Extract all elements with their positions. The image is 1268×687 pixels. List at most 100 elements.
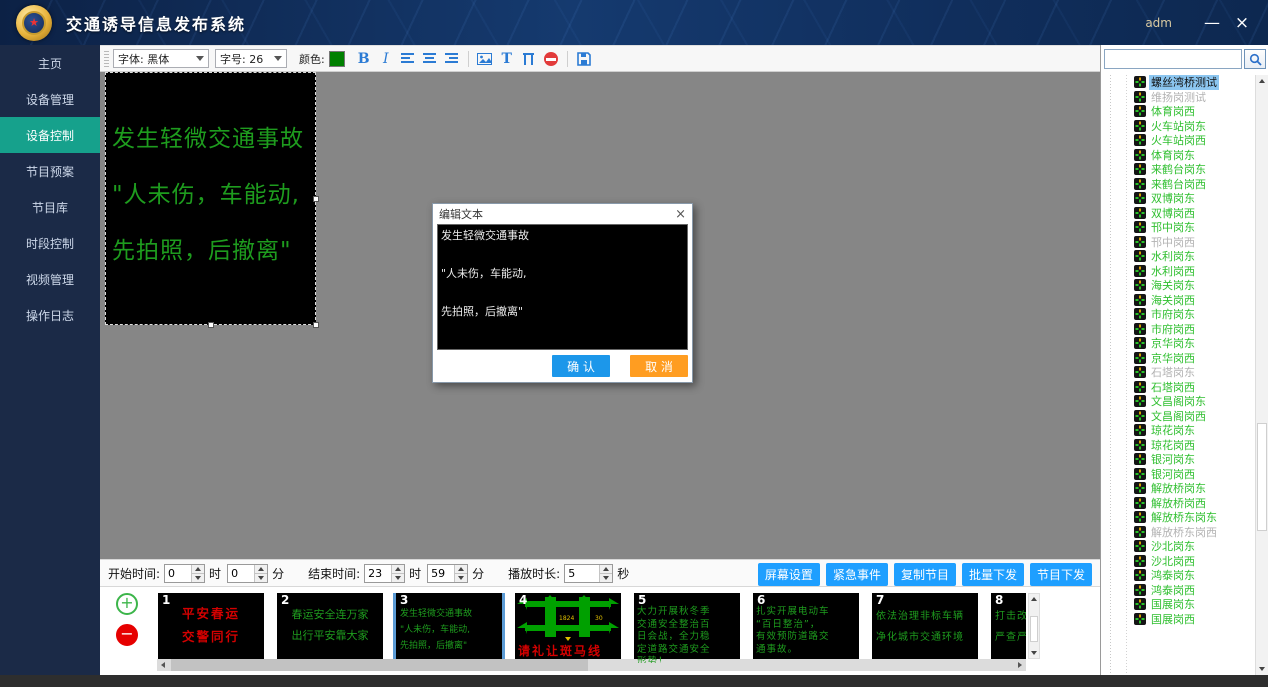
tree-row[interactable]: 解放桥岗西 — [1101, 496, 1255, 511]
scrollbar-thumb[interactable] — [171, 659, 588, 671]
action-button[interactable]: 节目下发 — [1030, 563, 1092, 586]
tree-row[interactable]: 琼花岗西 — [1101, 438, 1255, 453]
close-icon[interactable]: × — [1230, 13, 1254, 33]
stepper-arrows[interactable] — [599, 565, 612, 582]
action-button[interactable]: 复制节目 — [894, 563, 956, 586]
end-hour-stepper[interactable]: 23 — [364, 564, 405, 583]
tree-row[interactable]: 海关岗东 — [1101, 278, 1255, 293]
font-size-select[interactable]: 字号: 26 — [215, 49, 287, 68]
end-minute-stepper[interactable]: 59 — [427, 564, 468, 583]
tree-row[interactable]: 邗中岗东 — [1101, 220, 1255, 235]
program-thumbnail[interactable]: 7 — [872, 593, 978, 659]
scroll-down-icon[interactable] — [1256, 663, 1268, 675]
program-thumbnail[interactable]: 5 — [634, 593, 740, 659]
sidebar-item[interactable]: 时段控制 — [0, 225, 100, 261]
dialog-titlebar[interactable]: 编辑文本 × — [433, 204, 692, 224]
logged-in-user[interactable]: adm — [1145, 16, 1172, 30]
scroll-left-icon[interactable] — [157, 659, 169, 671]
start-minute-value[interactable]: 0 — [228, 565, 254, 582]
resize-handle-bottom[interactable] — [208, 322, 214, 328]
tree-row[interactable]: 来鹤台岗西 — [1101, 177, 1255, 192]
tree-row[interactable]: 鸿泰岗西 — [1101, 583, 1255, 598]
sidebar-item[interactable]: 主页 — [0, 45, 100, 81]
tree-row[interactable]: 双博岗西 — [1101, 206, 1255, 221]
scrollbar-thumb[interactable] — [1257, 423, 1267, 531]
tree-row[interactable]: 沙北岗西 — [1101, 554, 1255, 569]
start-minute-stepper[interactable]: 0 — [227, 564, 268, 583]
scroll-up-icon[interactable] — [1029, 594, 1039, 604]
remove-program-button[interactable] — [116, 624, 138, 646]
duration-value[interactable]: 5 — [565, 565, 599, 582]
tree-row[interactable]: 体育岗西 — [1101, 104, 1255, 119]
program-thumbnail[interactable]: 4 — [515, 593, 621, 659]
no-entry-button[interactable] — [541, 49, 561, 69]
sidebar-item[interactable]: 视频管理 — [0, 261, 100, 297]
tree-row[interactable]: 体育岗东 — [1101, 148, 1255, 163]
end-minute-value[interactable]: 59 — [428, 565, 454, 582]
tree-row[interactable]: 邗中岗西 — [1101, 235, 1255, 250]
stepper-arrows[interactable] — [191, 565, 204, 582]
tree-row[interactable]: 来鹤台岗东 — [1101, 162, 1255, 177]
bold-button[interactable]: B — [354, 49, 374, 69]
tree-row[interactable]: 京华岗西 — [1101, 351, 1255, 366]
strip-horizontal-scrollbar[interactable] — [157, 659, 1026, 671]
tree-row[interactable]: 解放桥东岗东 — [1101, 510, 1255, 525]
road-sign-button[interactable] — [519, 49, 539, 69]
sidebar-item[interactable]: 节目预案 — [0, 153, 100, 189]
stepper-arrows[interactable] — [254, 565, 267, 582]
sidebar-item[interactable]: 操作日志 — [0, 297, 100, 333]
confirm-button[interactable]: 确 认 — [552, 355, 610, 377]
led-text[interactable]: 发生轻微交通事故 "人未伤，车能动, 先拍照，后撤离" — [106, 73, 315, 265]
align-center-button[interactable] — [420, 49, 440, 69]
tree-row[interactable]: 水利岗东 — [1101, 249, 1255, 264]
tree-scrollbar[interactable] — [1255, 75, 1268, 675]
insert-image-button[interactable] — [475, 49, 495, 69]
device-search-button[interactable] — [1244, 49, 1266, 69]
scroll-right-icon[interactable] — [1014, 659, 1026, 671]
resize-handle-corner[interactable] — [313, 322, 319, 328]
dialog-close-icon[interactable]: × — [675, 207, 686, 222]
tree-row[interactable]: 水利岗西 — [1101, 264, 1255, 279]
stepper-arrows[interactable] — [391, 565, 404, 582]
tree-row[interactable]: 国展岗东 — [1101, 597, 1255, 612]
tree-row[interactable]: 沙北岗东 — [1101, 539, 1255, 554]
duration-stepper[interactable]: 5 — [564, 564, 613, 583]
add-program-button[interactable] — [116, 593, 138, 615]
start-hour-stepper[interactable]: 0 — [164, 564, 205, 583]
tree-row[interactable]: 螺丝湾桥测试 — [1101, 75, 1255, 90]
tree-row[interactable]: 石塔岗东 — [1101, 365, 1255, 380]
action-button[interactable]: 紧急事件 — [826, 563, 888, 586]
end-hour-value[interactable]: 23 — [365, 565, 391, 582]
tree-row[interactable]: 文昌阁岗西 — [1101, 409, 1255, 424]
tree-row[interactable]: 琼花岗东 — [1101, 423, 1255, 438]
program-thumbnail[interactable]: 3 — [396, 593, 502, 659]
action-button[interactable]: 屏幕设置 — [758, 563, 820, 586]
tree-row[interactable]: 京华岗东 — [1101, 336, 1255, 351]
sidebar-item[interactable]: 设备控制 — [0, 117, 100, 153]
tree-row[interactable]: 双博岗东 — [1101, 191, 1255, 206]
tree-row[interactable]: 石塔岗西 — [1101, 380, 1255, 395]
tree-row[interactable]: 维扬岗测试 — [1101, 90, 1255, 105]
strip-vertical-scrollbar[interactable] — [1028, 593, 1040, 659]
tree-row[interactable]: 解放桥岗东 — [1101, 481, 1255, 496]
scroll-up-icon[interactable] — [1256, 75, 1268, 87]
align-left-button[interactable] — [398, 49, 418, 69]
scroll-down-icon[interactable] — [1029, 648, 1039, 658]
start-hour-value[interactable]: 0 — [165, 565, 191, 582]
led-screen-preview[interactable]: 发生轻微交通事故 "人未伤，车能动, 先拍照，后撤离" — [105, 72, 316, 325]
tree-row[interactable]: 银河岗西 — [1101, 467, 1255, 482]
tree-row[interactable]: 鸿泰岗东 — [1101, 568, 1255, 583]
insert-text-button[interactable]: T — [497, 49, 517, 69]
tree-row[interactable]: 国展岗西 — [1101, 612, 1255, 627]
tree-row[interactable]: 解放桥东岗西 — [1101, 525, 1255, 540]
sidebar-item[interactable]: 设备管理 — [0, 81, 100, 117]
font-family-select[interactable]: 字体: 黑体 — [113, 49, 209, 68]
tree-row[interactable]: 火车站岗东 — [1101, 119, 1255, 134]
program-thumbnail[interactable]: 6 — [753, 593, 859, 659]
device-search-input[interactable] — [1104, 49, 1242, 69]
tree-row[interactable]: 市府岗西 — [1101, 322, 1255, 337]
tree-row[interactable]: 海关岗西 — [1101, 293, 1255, 308]
tree-row[interactable]: 文昌阁岗东 — [1101, 394, 1255, 409]
italic-button[interactable]: I — [376, 49, 396, 69]
tree-row[interactable]: 市府岗东 — [1101, 307, 1255, 322]
